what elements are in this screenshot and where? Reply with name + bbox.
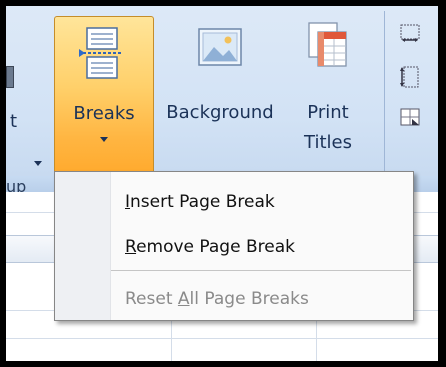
accelerator-key: A bbox=[177, 289, 190, 309]
background-label: Background bbox=[166, 102, 274, 123]
print-titles-label-line1: Print bbox=[307, 102, 349, 123]
menu-item-label: emove Page Break bbox=[136, 237, 295, 257]
menu-item-label: ll Page Breaks bbox=[189, 289, 309, 309]
menu-item-insert-page-break[interactable]: Insert Page Break bbox=[125, 192, 275, 212]
menu-item-remove-page-break[interactable]: Remove Page Break bbox=[125, 237, 295, 257]
print-titles-icon bbox=[308, 22, 347, 67]
breaks-dropdown-arrow-icon bbox=[100, 137, 108, 142]
width-icon[interactable] bbox=[398, 22, 422, 44]
ribbon-group-separator bbox=[384, 11, 385, 193]
background-picture-icon bbox=[198, 28, 242, 66]
scale-icon[interactable] bbox=[398, 106, 422, 128]
screenshot-frame: t Breaks Background Print Titles up Inse… bbox=[6, 6, 438, 361]
ribbon: t Breaks Background Print Titles up bbox=[6, 6, 438, 196]
breaks-dropdown-menu: Insert Page Break Remove Page Break Rese… bbox=[54, 171, 414, 321]
breaks-button[interactable]: Breaks bbox=[54, 16, 154, 192]
breaks-label: Breaks bbox=[73, 103, 135, 124]
partial-button[interactable]: t bbox=[6, 16, 50, 176]
menu-item-reset-all-page-breaks[interactable]: Reset All Page Breaks bbox=[125, 289, 309, 309]
grid-line bbox=[6, 338, 438, 339]
background-button[interactable]: Background bbox=[156, 16, 284, 176]
menu-separator bbox=[111, 270, 411, 271]
menu-item-label: nsert Page Break bbox=[130, 192, 275, 212]
height-icon[interactable] bbox=[398, 64, 422, 90]
menu-item-label-prefix: Reset bbox=[125, 289, 178, 309]
partial-dropdown-arrow-icon bbox=[34, 161, 42, 166]
print-titles-label-line2: Titles bbox=[304, 132, 352, 153]
print-titles-button[interactable]: Print Titles bbox=[288, 16, 368, 176]
partial-button-label: t bbox=[10, 111, 18, 132]
partial-button-icon bbox=[6, 66, 14, 88]
menu-icon-gutter bbox=[55, 172, 111, 320]
accelerator-key: R bbox=[125, 237, 137, 257]
breaks-icon bbox=[79, 27, 121, 79]
